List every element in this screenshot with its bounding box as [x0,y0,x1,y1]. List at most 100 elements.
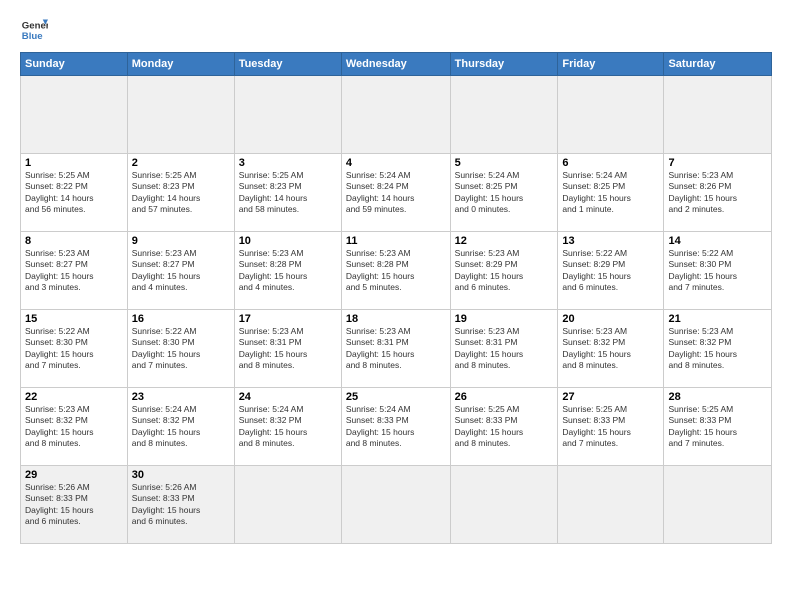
day-number: 1 [25,157,123,169]
calendar-cell: 10Sunrise: 5:23 AM Sunset: 8:28 PM Dayli… [234,232,341,310]
calendar-cell: 1Sunrise: 5:25 AM Sunset: 8:22 PM Daylig… [21,154,128,232]
day-number: 21 [668,313,767,325]
calendar-cell: 29Sunrise: 5:26 AM Sunset: 8:33 PM Dayli… [21,466,128,544]
calendar-cell: 4Sunrise: 5:24 AM Sunset: 8:24 PM Daylig… [341,154,450,232]
calendar-cell: 17Sunrise: 5:23 AM Sunset: 8:31 PM Dayli… [234,310,341,388]
calendar-cell [234,76,341,154]
day-info: Sunrise: 5:24 AM Sunset: 8:33 PM Dayligh… [346,404,446,450]
day-number: 30 [132,469,230,481]
calendar-cell: 21Sunrise: 5:23 AM Sunset: 8:32 PM Dayli… [664,310,772,388]
logo-icon: General Blue [20,16,48,44]
day-info: Sunrise: 5:24 AM Sunset: 8:25 PM Dayligh… [562,170,659,216]
day-info: Sunrise: 5:25 AM Sunset: 8:23 PM Dayligh… [132,170,230,216]
weekday-header: Monday [127,53,234,76]
day-info: Sunrise: 5:25 AM Sunset: 8:33 PM Dayligh… [668,404,767,450]
calendar-cell: 3Sunrise: 5:25 AM Sunset: 8:23 PM Daylig… [234,154,341,232]
calendar-cell [127,76,234,154]
calendar-body: 1Sunrise: 5:25 AM Sunset: 8:22 PM Daylig… [21,76,772,544]
day-number: 10 [239,235,337,247]
day-info: Sunrise: 5:26 AM Sunset: 8:33 PM Dayligh… [132,482,230,528]
calendar-cell: 14Sunrise: 5:22 AM Sunset: 8:30 PM Dayli… [664,232,772,310]
calendar-cell: 13Sunrise: 5:22 AM Sunset: 8:29 PM Dayli… [558,232,664,310]
page-header: General Blue [20,16,772,44]
day-info: Sunrise: 5:24 AM Sunset: 8:24 PM Dayligh… [346,170,446,216]
day-number: 20 [562,313,659,325]
calendar-cell [558,466,664,544]
weekday-header: Friday [558,53,664,76]
day-info: Sunrise: 5:23 AM Sunset: 8:29 PM Dayligh… [455,248,554,294]
calendar-cell: 5Sunrise: 5:24 AM Sunset: 8:25 PM Daylig… [450,154,558,232]
calendar-cell [341,76,450,154]
calendar-week: 22Sunrise: 5:23 AM Sunset: 8:32 PM Dayli… [21,388,772,466]
calendar-cell: 11Sunrise: 5:23 AM Sunset: 8:28 PM Dayli… [341,232,450,310]
calendar-cell [341,466,450,544]
day-info: Sunrise: 5:23 AM Sunset: 8:27 PM Dayligh… [132,248,230,294]
calendar-cell: 8Sunrise: 5:23 AM Sunset: 8:27 PM Daylig… [21,232,128,310]
day-info: Sunrise: 5:24 AM Sunset: 8:32 PM Dayligh… [132,404,230,450]
calendar-cell [21,76,128,154]
day-info: Sunrise: 5:23 AM Sunset: 8:31 PM Dayligh… [455,326,554,372]
day-info: Sunrise: 5:24 AM Sunset: 8:25 PM Dayligh… [455,170,554,216]
calendar-cell: 26Sunrise: 5:25 AM Sunset: 8:33 PM Dayli… [450,388,558,466]
day-info: Sunrise: 5:23 AM Sunset: 8:26 PM Dayligh… [668,170,767,216]
day-number: 22 [25,391,123,403]
calendar-cell: 28Sunrise: 5:25 AM Sunset: 8:33 PM Dayli… [664,388,772,466]
day-number: 14 [668,235,767,247]
day-number: 19 [455,313,554,325]
weekday-header: Thursday [450,53,558,76]
logo: General Blue [20,16,48,44]
calendar-week: 15Sunrise: 5:22 AM Sunset: 8:30 PM Dayli… [21,310,772,388]
day-info: Sunrise: 5:23 AM Sunset: 8:32 PM Dayligh… [25,404,123,450]
calendar-cell: 24Sunrise: 5:24 AM Sunset: 8:32 PM Dayli… [234,388,341,466]
calendar-week [21,76,772,154]
day-number: 26 [455,391,554,403]
calendar-week: 29 Sunrise: 5:26 AM Sunset: 8:33 PM Dayli… [21,466,772,544]
day-number: 3 [239,157,337,169]
calendar-cell [450,466,558,544]
day-number: 15 [25,313,123,325]
day-info: Sunrise: 5:23 AM Sunset: 8:32 PM Dayligh… [668,326,767,372]
calendar-cell: 9Sunrise: 5:23 AM Sunset: 8:27 PM Daylig… [127,232,234,310]
calendar-cell: 16Sunrise: 5:22 AM Sunset: 8:30 PM Dayli… [127,310,234,388]
day-number: 7 [668,157,767,169]
calendar-week: 1Sunrise: 5:25 AM Sunset: 8:22 PM Daylig… [21,154,772,232]
calendar-cell: 15Sunrise: 5:22 AM Sunset: 8:30 PM Dayli… [21,310,128,388]
calendar-cell: 22Sunrise: 5:23 AM Sunset: 8:32 PM Dayli… [21,388,128,466]
day-number: 9 [132,235,230,247]
day-info: Sunrise: 5:22 AM Sunset: 8:30 PM Dayligh… [25,326,123,372]
svg-text:Blue: Blue [22,31,43,42]
calendar-cell [450,76,558,154]
day-number: 12 [455,235,554,247]
day-info: Sunrise: 5:23 AM Sunset: 8:28 PM Dayligh… [346,248,446,294]
day-number: 11 [346,235,446,247]
day-info: Sunrise: 5:23 AM Sunset: 8:32 PM Dayligh… [562,326,659,372]
day-info: Sunrise: 5:24 AM Sunset: 8:32 PM Dayligh… [239,404,337,450]
calendar: SundayMondayTuesdayWednesdayThursdayFrid… [20,52,772,544]
weekday-header: Wednesday [341,53,450,76]
calendar-week: 8 Sunrise: 5:23 AM Sunset: 8:27 PM Daylig… [21,232,772,310]
day-number: 16 [132,313,230,325]
weekday-header: Saturday [664,53,772,76]
calendar-cell: 12Sunrise: 5:23 AM Sunset: 8:29 PM Dayli… [450,232,558,310]
calendar-cell: 20Sunrise: 5:23 AM Sunset: 8:32 PM Dayli… [558,310,664,388]
day-info: Sunrise: 5:23 AM Sunset: 8:28 PM Dayligh… [239,248,337,294]
day-info: Sunrise: 5:23 AM Sunset: 8:31 PM Dayligh… [239,326,337,372]
day-info: Sunrise: 5:22 AM Sunset: 8:30 PM Dayligh… [668,248,767,294]
day-number: 27 [562,391,659,403]
day-number: 29 [25,469,123,481]
calendar-cell: 6Sunrise: 5:24 AM Sunset: 8:25 PM Daylig… [558,154,664,232]
day-number: 2 [132,157,230,169]
calendar-cell [664,76,772,154]
day-info: Sunrise: 5:22 AM Sunset: 8:29 PM Dayligh… [562,248,659,294]
day-info: Sunrise: 5:25 AM Sunset: 8:33 PM Dayligh… [562,404,659,450]
day-number: 24 [239,391,337,403]
day-info: Sunrise: 5:25 AM Sunset: 8:23 PM Dayligh… [239,170,337,216]
calendar-cell: 19Sunrise: 5:23 AM Sunset: 8:31 PM Dayli… [450,310,558,388]
calendar-cell: 27Sunrise: 5:25 AM Sunset: 8:33 PM Dayli… [558,388,664,466]
calendar-cell [234,466,341,544]
day-number: 8 [25,235,123,247]
calendar-cell: 25Sunrise: 5:24 AM Sunset: 8:33 PM Dayli… [341,388,450,466]
day-info: Sunrise: 5:22 AM Sunset: 8:30 PM Dayligh… [132,326,230,372]
calendar-cell: 7Sunrise: 5:23 AM Sunset: 8:26 PM Daylig… [664,154,772,232]
calendar-header: SundayMondayTuesdayWednesdayThursdayFrid… [21,53,772,76]
